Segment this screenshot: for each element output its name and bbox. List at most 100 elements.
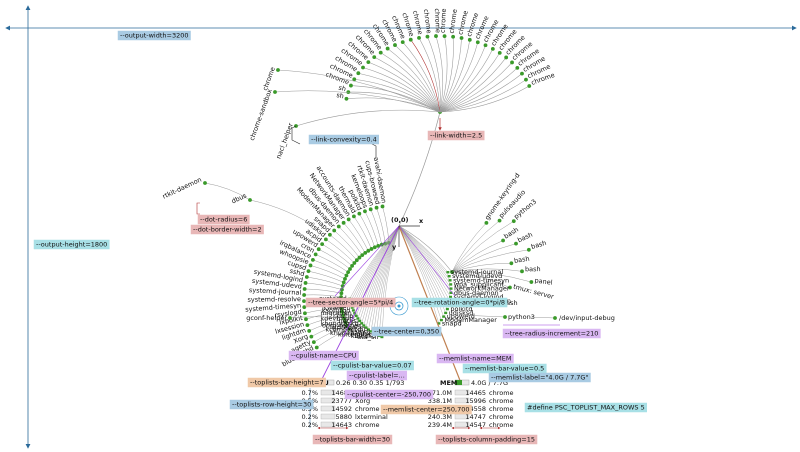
chrome-branch-node [425, 34, 430, 39]
annotation-box-text: --memlist-bar-value=0.5 [465, 365, 544, 373]
annotation-box-text: #define PSC_TOPLIST_MAX_ROWS 5 [527, 404, 645, 412]
chrome-branch-node [408, 37, 413, 42]
cpu-row-bar [320, 413, 336, 420]
left-fan-node [305, 323, 310, 328]
cpu-row-name: chrome [355, 405, 380, 413]
chrome-branch-node [520, 71, 524, 76]
tiny-left-label: rtkit-daemon [161, 176, 203, 201]
annotation-box-text: --toplists-bar-height=7 [250, 379, 324, 387]
y-axis-label: y [392, 243, 397, 251]
mem-row-pid: 15996 [465, 397, 486, 405]
cpulist-label-annotation: --cpulist-label=... [346, 370, 408, 381]
chrome-branch-node [361, 65, 365, 70]
annotation-box-text: --dot-border-width=2 [193, 226, 262, 234]
cpulist-name-annotation: --cpulist-name=CPU [288, 350, 359, 361]
dot-radius-annotation: --dot-radius=6 [197, 214, 250, 225]
chrome-branch-node [459, 36, 464, 40]
left-fan-node [352, 214, 356, 219]
left-fan-link [334, 230, 360, 258]
chrome-extra-label: nacl_helper [275, 122, 295, 160]
annotation-box-text: --link-width=2.5 [430, 132, 482, 140]
left-fan-node [302, 293, 307, 297]
toplists-row-height-annotation: --toplists-row-height=30 [229, 399, 314, 410]
chrome-branch-node [467, 37, 472, 42]
mem-row-value: 239.4M [428, 421, 452, 429]
mem-row-pid: 14547 [465, 421, 486, 429]
tree-center-annotation: --tree-center=0,350 [371, 326, 442, 337]
tiny-left-node [203, 181, 207, 185]
chrome-branch-node [385, 46, 390, 51]
mem-row-name: chrome [489, 405, 514, 413]
chrome-branch-node [378, 50, 383, 55]
cpu-row-value: 0.2% [301, 413, 318, 421]
left-fan-node [332, 228, 337, 233]
annotation-box-text: --dot-radius=6 [200, 216, 247, 224]
diagram-canvas: sh sh chrome chrome chrome chrome chrome chrome… [0, 0, 800, 452]
left-fan-inner-node [346, 270, 351, 275]
left-fan-inner-node [372, 245, 377, 250]
sector-guide-right [398, 225, 456, 297]
output-height-annotation: --output-height=1800 [33, 239, 110, 250]
tree-radius-increment-annotation: --tree-radius-increment=210 [502, 328, 601, 339]
left-fan-node [304, 317, 308, 322]
python-chain-node [503, 315, 507, 319]
left-fan-node [302, 299, 306, 304]
left-fan-node [368, 207, 373, 212]
mem-row-name: chrome [489, 397, 514, 405]
chrome-branch-node [442, 34, 447, 38]
left-fan-node [327, 232, 332, 237]
right-fan-node [501, 238, 505, 243]
left-fan-link [304, 288, 342, 294]
cpu-row-pid: 14592 [331, 405, 352, 413]
cpulist-bar-value-annotation: --cpulist-bar-value=0.07 [330, 360, 414, 371]
left-fan-node [346, 217, 351, 222]
left-fan-node [341, 220, 346, 225]
chrome-branch-node [510, 60, 514, 65]
left-fan-node [307, 329, 312, 333]
left-fan-node [311, 340, 316, 345]
left-fan-link [329, 234, 358, 261]
left-fan-inner-node [369, 247, 374, 251]
annotation-box-text: --memlist-center=250,700 [383, 406, 469, 414]
chrome-extra-link [295, 109, 441, 127]
left-fan-node [313, 252, 318, 257]
chrome-branch-link [362, 67, 441, 113]
inner-right-node [448, 279, 452, 282]
define-max-rows-annotation: #define PSC_TOPLIST_MAX_ROWS 5 [524, 402, 647, 413]
chrome-branch-node [527, 84, 532, 88]
right-fan-label: bash [525, 265, 541, 273]
mem-row-pid: 14465 [465, 389, 486, 397]
left-fan-node [306, 269, 311, 274]
right-fan-node [520, 269, 524, 274]
chrome-branch-node [434, 34, 438, 38]
annotation-box-text: --toplists-bar-width=30 [315, 436, 390, 444]
right-fan-node [526, 247, 531, 252]
left-fan-node [380, 204, 385, 209]
left-fan-node [303, 281, 308, 285]
chrome-branch-node [451, 34, 456, 39]
annotation-box-text: --cpulist-name=CPU [291, 352, 357, 360]
gnome-helper-node [288, 316, 292, 320]
left-fan-node [374, 205, 379, 210]
mem-row-name: chrome [489, 413, 514, 421]
chrome-branch-link [439, 67, 518, 113]
left-fan-node [302, 287, 307, 291]
mem-toplist: MEM 4.0G / 7.7G 571.0M 14465 chrome338.1M 1… [428, 379, 514, 429]
chrome-branch-node [504, 55, 509, 60]
left-fan-node [311, 257, 315, 262]
toplists-column-padding-annotation: --toplists-column-padding=15 [435, 434, 538, 445]
right-fan-label: bash [530, 239, 547, 251]
left-fan-node [309, 334, 314, 339]
right-fan-node [484, 220, 489, 225]
chrome-branch-link [439, 62, 513, 113]
tiny-left-node [248, 198, 252, 202]
annotation-box-text: --output-height=1800 [36, 241, 107, 249]
right-fan-node [529, 280, 534, 284]
left-fan-link [306, 276, 343, 287]
annotation-box-text: --memlist-label="4.0G / 7.7G" [491, 374, 588, 382]
inner-right-node [447, 275, 451, 278]
left-fan-node [304, 275, 309, 279]
left-fan-inner-node [343, 277, 347, 281]
tree-rotation-angle-annotation: --tree-rotation-angle=0*pi/8 [411, 297, 508, 308]
annotation-box-text: --tree-rotation-angle=0*pi/8 [414, 299, 505, 307]
